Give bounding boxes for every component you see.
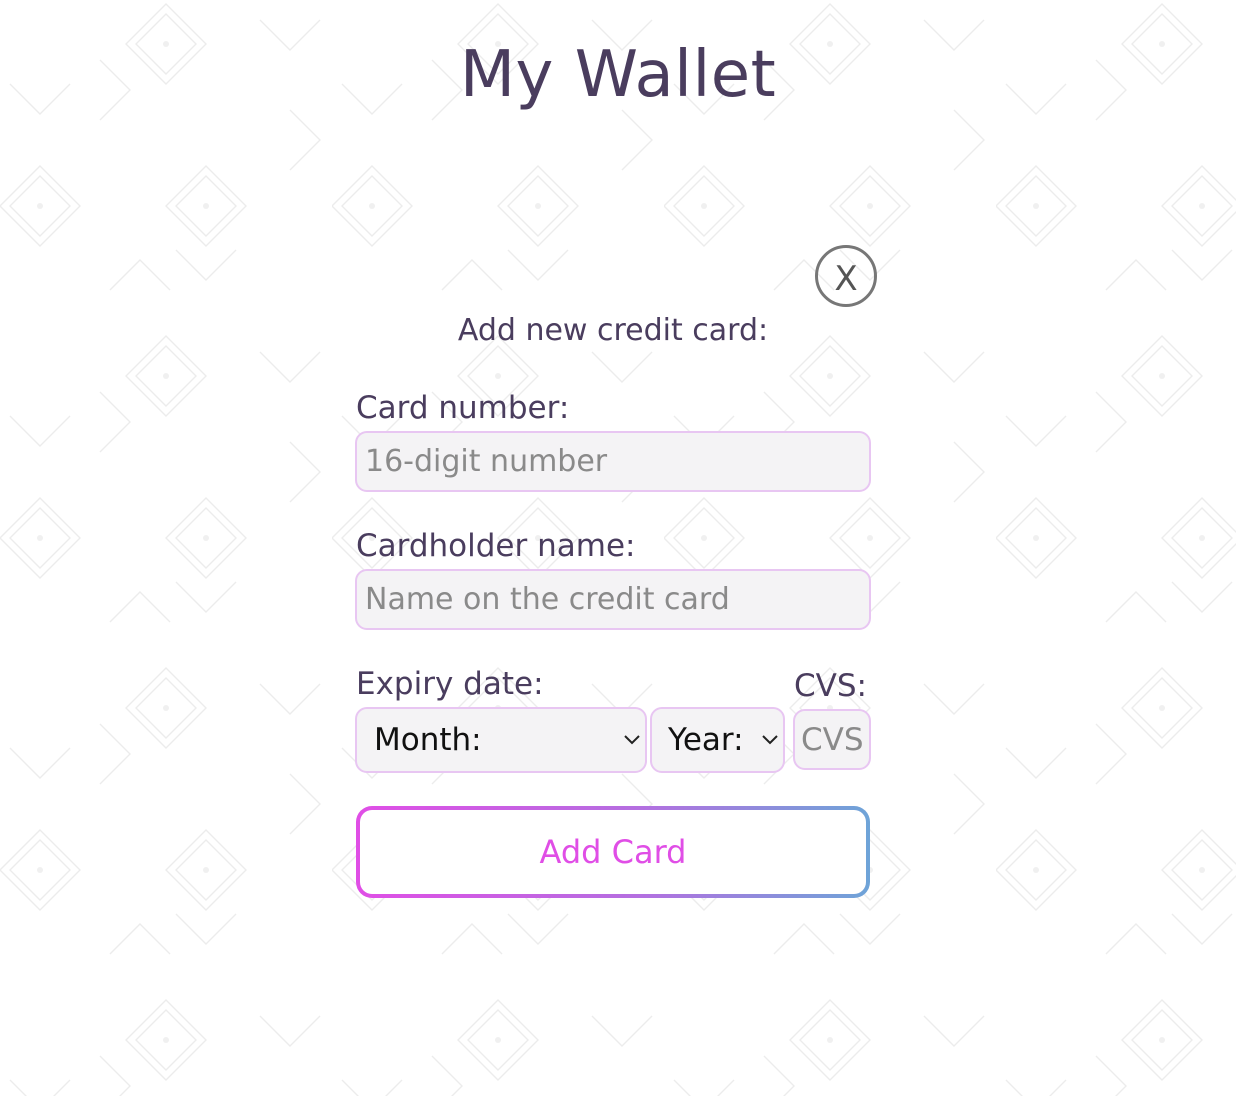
month-select[interactable]: Month: (355, 707, 647, 773)
chevron-down-icon (762, 735, 778, 745)
close-icon[interactable]: X (815, 245, 877, 307)
cvs-input[interactable] (793, 709, 871, 770)
card-number-label: Card number: (356, 390, 570, 426)
year-select[interactable]: Year: (650, 707, 785, 773)
cvs-label: CVS: (794, 668, 867, 704)
cardholder-name-input[interactable] (355, 569, 871, 630)
month-select-value: Month: (374, 722, 482, 758)
year-select-value: Year: (668, 722, 744, 758)
form-heading: Add new credit card: (457, 313, 769, 348)
add-card-button[interactable]: Add Card (356, 806, 870, 898)
expiry-date-label: Expiry date: (356, 666, 544, 702)
add-card-button-label: Add Card (360, 810, 866, 894)
cardholder-name-label: Cardholder name: (356, 528, 636, 564)
page-title: My Wallet (459, 38, 777, 112)
chevron-down-icon (624, 735, 640, 745)
card-number-input[interactable] (355, 431, 871, 492)
